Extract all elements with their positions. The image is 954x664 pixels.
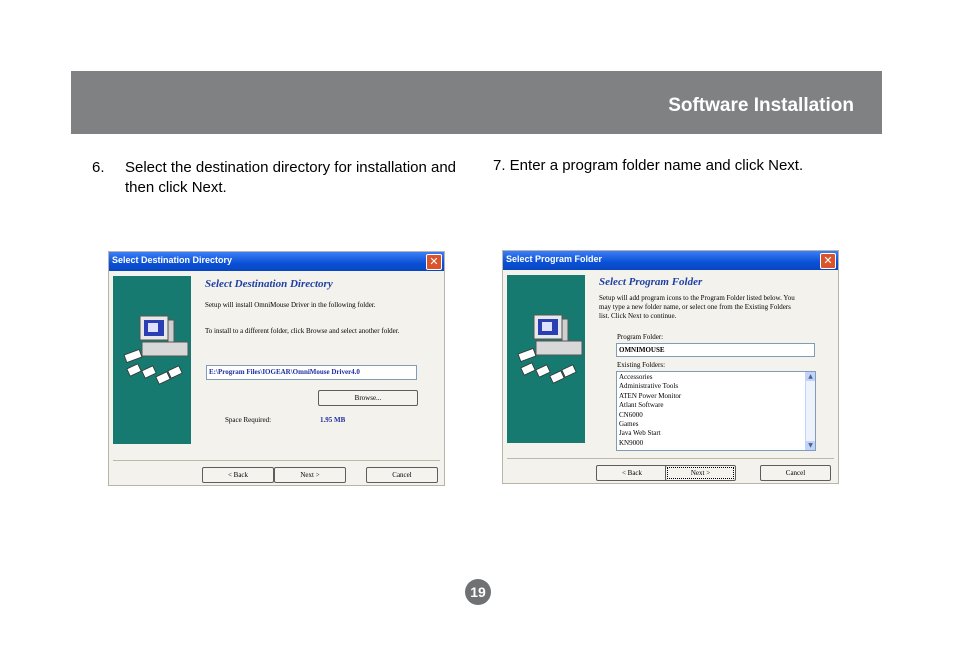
scroll-up-icon[interactable]: ▲ (806, 372, 815, 381)
dialog-titlebar: Select Destination Directory ✕ (109, 252, 444, 271)
next-button[interactable]: Next > (665, 465, 736, 481)
dialog-body: Select Program Folder Setup will add pro… (503, 270, 838, 483)
select-destination-dialog: Select Destination Directory ✕ Select De… (108, 251, 445, 486)
folder-list-item[interactable]: Accessories (617, 373, 815, 382)
separator (507, 458, 834, 459)
folder-list-item[interactable]: CN6000 (617, 411, 815, 420)
folder-list-item[interactable]: KN9000 (617, 439, 815, 448)
separator (113, 460, 440, 461)
setup-computer-illustration (507, 275, 585, 443)
setup-computer-illustration (113, 276, 191, 444)
step-6-number: 6. (92, 159, 105, 176)
dialog-title: Select Program Folder (506, 254, 603, 264)
dialog-body: Select Destination Directory Setup will … (109, 271, 444, 485)
back-button[interactable]: < Back (596, 465, 668, 481)
space-required-value: 1.95 MB (320, 416, 346, 424)
cancel-button[interactable]: Cancel (760, 465, 831, 481)
folder-list-item[interactable]: Java Web Start (617, 429, 815, 438)
instruction-line-2: may type a new folder name, or select on… (599, 303, 791, 311)
folders-scrollbar[interactable]: ▲ ▼ (805, 372, 815, 450)
instruction-line-3: list. Click Next to continue. (599, 312, 677, 320)
existing-folders-list[interactable]: Accessories Administrative Tools ATEN Powe… (616, 371, 816, 451)
dialog-heading: Select Program Folder (599, 276, 703, 288)
folder-list-item[interactable]: Games (617, 420, 815, 429)
scroll-down-icon[interactable]: ▼ (806, 441, 815, 450)
page-number-badge: 19 (465, 579, 491, 605)
existing-folders-label: Existing Folders: (617, 361, 666, 369)
space-required-label: Space Required: (225, 416, 272, 424)
dialog-titlebar: Select Program Folder ✕ (503, 251, 838, 270)
select-program-folder-dialog: Select Program Folder ✕ Select Program F… (502, 250, 839, 484)
cancel-button[interactable]: Cancel (366, 467, 438, 483)
step-7-text: 7. Enter a program folder name and click… (493, 157, 804, 174)
section-header-bar: Software Installation (71, 71, 882, 134)
folder-list-item[interactable]: Administrative Tools (617, 382, 815, 391)
destination-path-field[interactable]: E:\Program Files\IOGEAR\OmniMouse Driver… (206, 365, 417, 380)
browse-instruction-text: To install to a different folder, click … (205, 327, 400, 335)
program-folder-label: Program Folder: (617, 333, 664, 341)
dialog-heading: Select Destination Directory (205, 278, 333, 290)
program-folder-field[interactable]: OMNIMOUSE (616, 343, 815, 357)
close-icon[interactable]: ✕ (426, 254, 442, 270)
back-button[interactable]: < Back (202, 467, 274, 483)
step-6-text: Select the destination directory for ins… (125, 159, 457, 196)
section-title: Software Installation (668, 95, 854, 116)
close-icon[interactable]: ✕ (820, 253, 836, 269)
next-button[interactable]: Next > (274, 467, 346, 483)
dialog-title: Select Destination Directory (112, 255, 233, 265)
install-location-text: Setup will install OmniMouse Driver in t… (205, 301, 376, 309)
instruction-line-1: Setup will add program icons to the Prog… (599, 294, 795, 302)
browse-button[interactable]: Browse... (318, 390, 418, 406)
folder-list-item[interactable]: Atlant Software (617, 401, 815, 410)
folder-list-item[interactable]: ATEN Power Monitor (617, 392, 815, 401)
